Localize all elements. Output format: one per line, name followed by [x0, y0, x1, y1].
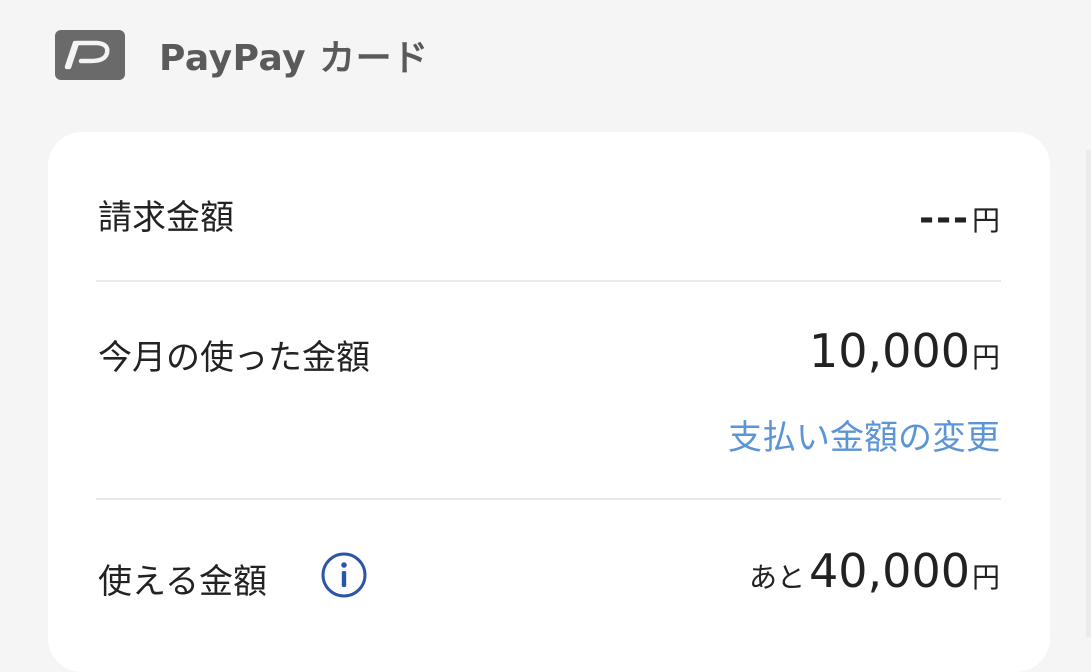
page-title: PayPay カード — [159, 38, 429, 79]
available-amount: 40,000 — [809, 544, 970, 598]
billing-amount-value: --- 円 — [919, 198, 1000, 239]
available-amount-label: 使える金額 — [98, 562, 267, 602]
monthly-usage-label: 今月の使った金額 — [98, 338, 370, 378]
billing-amount-label: 請求金額 — [98, 198, 234, 238]
billing-amount-unit: 円 — [971, 204, 1000, 237]
billing-amount-dashes: --- — [919, 198, 970, 239]
paypay-logo-icon — [55, 30, 125, 80]
available-amount-value: あと 40,000 円 — [749, 544, 1000, 598]
card-summary: 請求金額 --- 円 今月の使った金額 10,000 円 支払い金額の変更 使え… — [48, 132, 1050, 672]
divider — [96, 498, 1001, 500]
info-icon[interactable] — [321, 552, 367, 598]
header: PayPay カード — [55, 30, 429, 80]
next-card-edge — [1086, 150, 1091, 637]
monthly-usage-value: 10,000 円 — [809, 324, 1000, 378]
available-amount-unit: 円 — [971, 561, 1000, 594]
change-payment-amount-link[interactable]: 支払い金額の変更 — [728, 410, 1000, 459]
monthly-usage-amount: 10,000 — [809, 324, 970, 378]
available-amount-prefix: あと — [749, 561, 806, 594]
divider — [96, 280, 1001, 282]
monthly-usage-unit: 円 — [971, 341, 1000, 374]
